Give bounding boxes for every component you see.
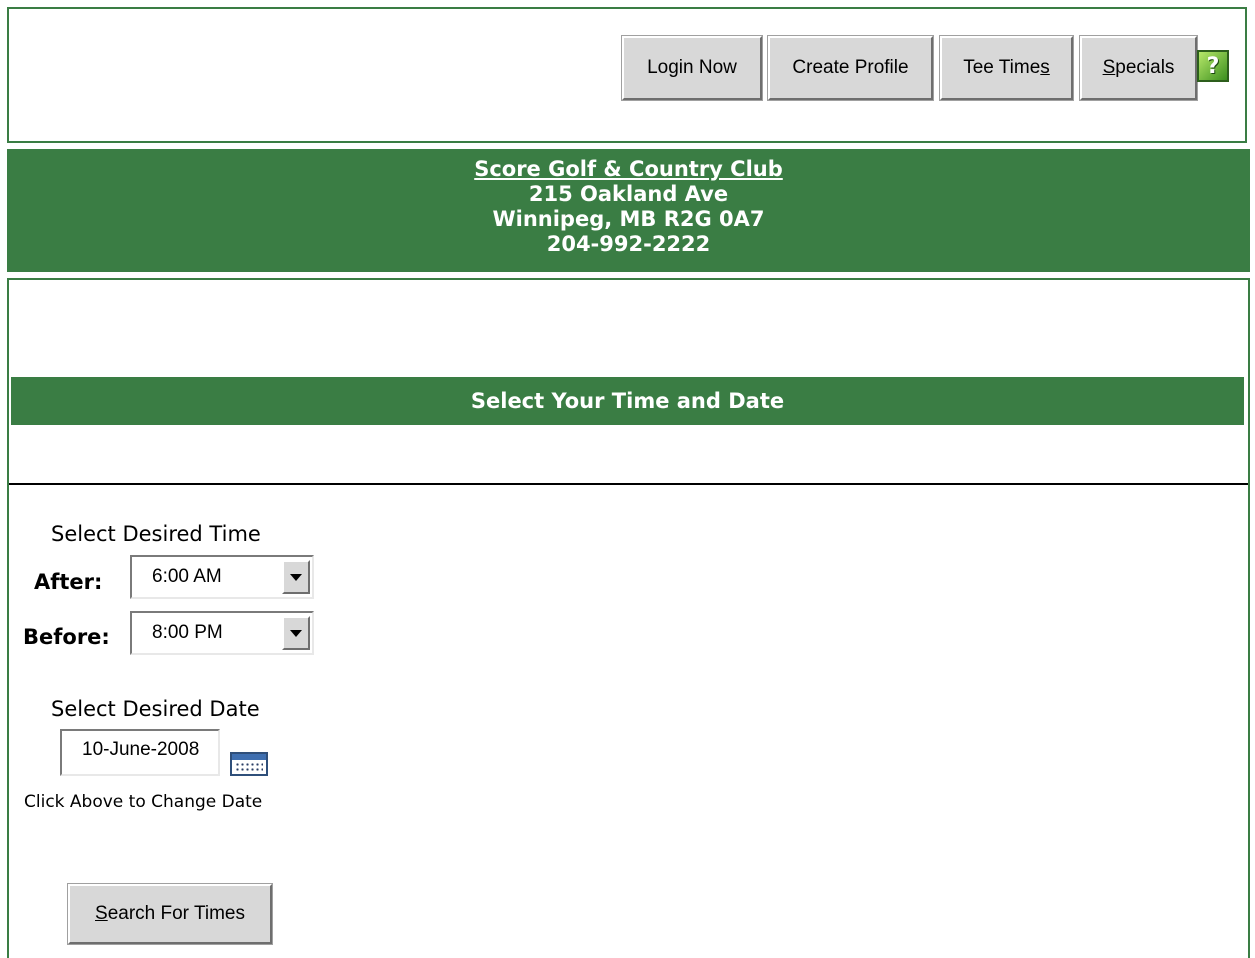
specials-label: Specials bbox=[1102, 57, 1175, 78]
specials-button[interactable]: Specials bbox=[1079, 35, 1198, 101]
club-city: Winnipeg, MB R2G 0A7 bbox=[492, 207, 765, 231]
login-now-label: Login Now bbox=[647, 57, 737, 78]
before-time-value: 8:00 PM bbox=[152, 622, 223, 643]
create-profile-button[interactable]: Create Profile bbox=[767, 35, 934, 101]
chevron-down-icon[interactable] bbox=[282, 616, 310, 650]
date-hint: Click Above to Change Date bbox=[24, 792, 263, 812]
date-field[interactable]: 10-June-2008 bbox=[60, 729, 220, 776]
section-title: Select Your Time and Date bbox=[470, 389, 785, 413]
tee-times-button[interactable]: Tee Times bbox=[939, 35, 1074, 101]
tee-times-label: Tee Times bbox=[963, 57, 1050, 78]
before-label: Before: bbox=[23, 625, 110, 649]
club-info-banner: Score Golf & Country Club 215 Oakland Av… bbox=[7, 149, 1250, 272]
search-for-times-button[interactable]: Search For Times bbox=[67, 883, 273, 945]
after-label: After: bbox=[34, 570, 103, 594]
search-for-times-label: Search For Times bbox=[95, 903, 245, 924]
date-heading: Select Desired Date bbox=[51, 697, 260, 721]
calendar-icon[interactable] bbox=[230, 752, 268, 776]
after-time-value: 6:00 AM bbox=[152, 566, 222, 587]
club-address: 215 Oakland Ave bbox=[528, 182, 729, 206]
club-phone: 204-992-2222 bbox=[546, 232, 711, 256]
create-profile-label: Create Profile bbox=[792, 57, 909, 78]
help-icon[interactable]: ? bbox=[1197, 50, 1229, 82]
time-heading: Select Desired Time bbox=[51, 522, 261, 546]
after-time-select[interactable]: 6:00 AM bbox=[130, 555, 314, 599]
login-now-button[interactable]: Login Now bbox=[621, 35, 763, 101]
before-time-select[interactable]: 8:00 PM bbox=[130, 611, 314, 655]
chevron-down-icon[interactable] bbox=[282, 560, 310, 594]
section-title-bar: Select Your Time and Date bbox=[11, 377, 1244, 425]
club-name-link[interactable]: Score Golf & Country Club bbox=[474, 157, 783, 181]
section-divider bbox=[9, 483, 1248, 485]
